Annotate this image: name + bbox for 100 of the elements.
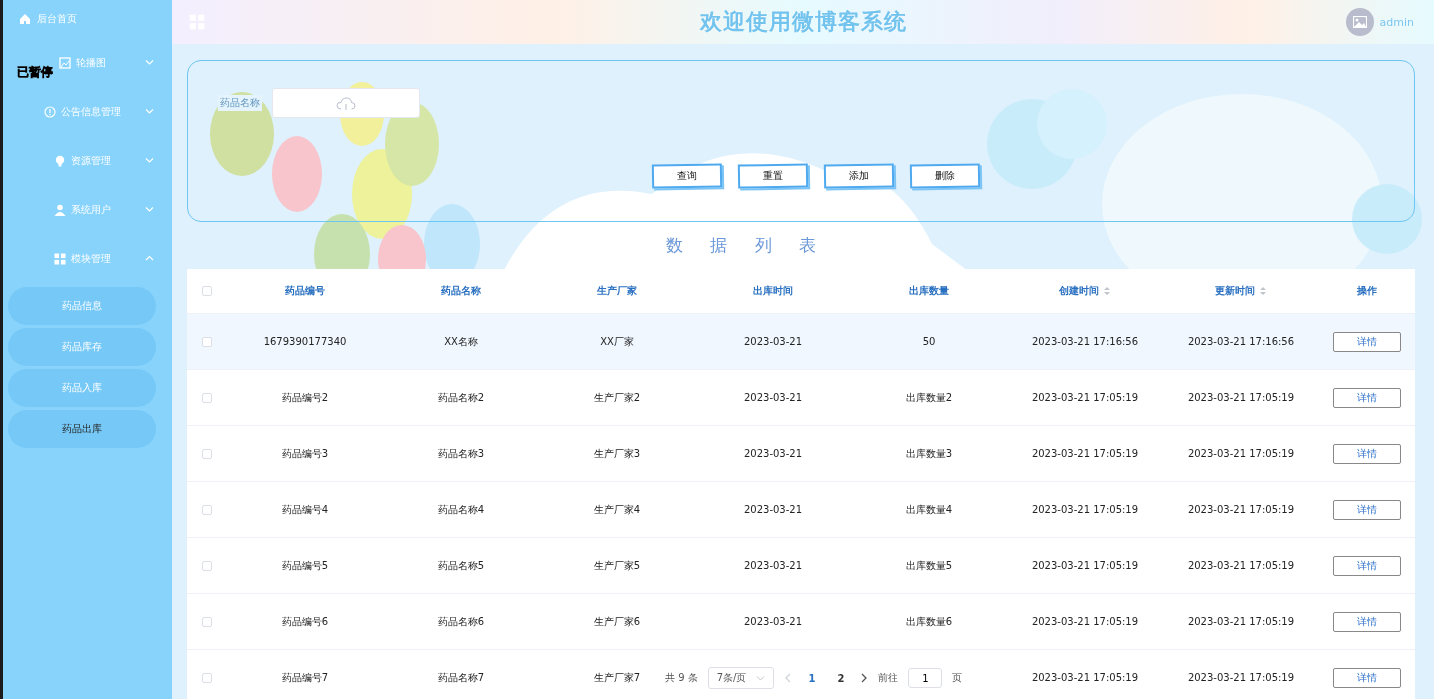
table-cell: 出库数量4 xyxy=(905,503,953,515)
goto-label: 前往 xyxy=(878,671,899,685)
image-icon xyxy=(1352,16,1367,28)
table-cell: 生产厂家2 xyxy=(593,391,641,403)
table-cell: 药品编号6 xyxy=(281,615,329,627)
table-cell: 药品名称4 xyxy=(437,503,485,515)
table-cell: 2023-03-21 17:05:19 xyxy=(1031,616,1139,627)
column-header: 出库数量 xyxy=(909,284,949,298)
action-button[interactable]: 重置 xyxy=(737,163,809,189)
sort-icon xyxy=(1103,286,1111,296)
table-cell: 2023-03-21 xyxy=(743,392,803,403)
table-cell: 2023-03-21 xyxy=(743,616,803,627)
image-icon xyxy=(59,56,71,69)
row-checkbox[interactable] xyxy=(202,504,212,515)
table-cell: 药品编号3 xyxy=(281,447,329,459)
page-size-select[interactable]: 7条/页 xyxy=(707,667,775,689)
table-cell: 2023-03-21 17:05:19 xyxy=(1031,448,1139,459)
cloud-icon xyxy=(336,95,356,111)
table-cell: 2023-03-21 17:05:19 xyxy=(1031,560,1139,571)
table-cell: XX名称 xyxy=(444,335,478,347)
lightbulb-icon xyxy=(54,154,66,167)
table-cell: 2023-03-21 17:05:19 xyxy=(1031,504,1139,515)
table-cell: XX厂家 xyxy=(600,335,634,347)
details-button[interactable]: 详情 xyxy=(1333,555,1401,576)
row-checkbox[interactable] xyxy=(202,672,212,683)
details-button[interactable]: 详情 xyxy=(1333,387,1401,408)
table-cell: 2023-03-21 17:05:19 xyxy=(1187,616,1295,627)
table-cell: 2023-03-21 17:05:19 xyxy=(1187,672,1295,683)
table-cell: 生产厂家3 xyxy=(593,447,641,459)
column-header: 出库时间 xyxy=(753,284,793,298)
table-cell: 生产厂家4 xyxy=(593,503,641,515)
page-suffix: 页 xyxy=(952,671,963,685)
table-cell: 药品名称2 xyxy=(437,391,485,403)
action-button[interactable]: 添加 xyxy=(823,163,895,189)
section-title: 数据列表 xyxy=(665,234,843,257)
app-title: 欢迎使用微博客系统 xyxy=(699,8,907,36)
table-cell: 药品编号4 xyxy=(281,503,329,515)
total-count: 共 9 条 xyxy=(665,671,698,685)
row-checkbox[interactable] xyxy=(202,336,212,347)
table-cell: 药品编号7 xyxy=(281,671,329,683)
table-cell: 出库数量3 xyxy=(905,447,953,459)
sort-icon xyxy=(1259,286,1267,296)
previous-page-icon[interactable] xyxy=(784,673,793,683)
table-cell: 2023-03-21 xyxy=(743,448,803,459)
table-cell: 生产厂家5 xyxy=(593,559,641,571)
details-button[interactable]: 详情 xyxy=(1333,443,1401,464)
details-button[interactable]: 详情 xyxy=(1333,667,1401,688)
chevron-down-icon xyxy=(756,674,766,682)
table-cell: 2023-03-21 17:05:19 xyxy=(1031,392,1139,403)
table-cell: 2023-03-21 17:16:56 xyxy=(1187,336,1295,347)
table-cell: 出库数量6 xyxy=(905,615,953,627)
row-checkbox[interactable] xyxy=(202,560,212,571)
row-checkbox[interactable] xyxy=(202,448,212,459)
table-row[interactable]: 1679390177340 XX名称 XX厂家 2023-03-21 50 2023-03-21 17:16:56 2023-03-21 17:16:56 详情 xyxy=(187,314,1415,370)
details-button[interactable]: 详情 xyxy=(1333,611,1401,632)
column-header: 操作 xyxy=(1357,284,1377,298)
table-cell: 2023-03-21 xyxy=(743,336,803,347)
details-button[interactable]: 详情 xyxy=(1333,499,1401,520)
next-page-icon[interactable] xyxy=(860,673,869,683)
table-cell: 2023-03-21 17:05:19 xyxy=(1187,560,1295,571)
info-icon xyxy=(44,105,56,118)
table-cell: 2023-03-21 17:05:19 xyxy=(1031,672,1139,683)
paused-label: 已暂停 xyxy=(17,64,53,81)
table-cell: 2023-03-21 17:16:56 xyxy=(1031,336,1139,347)
details-button[interactable]: 详情 xyxy=(1333,331,1401,352)
table-cell: 药品编号2 xyxy=(281,391,329,403)
action-button[interactable]: 删除 xyxy=(909,163,981,189)
table-cell: 药品名称7 xyxy=(437,671,485,683)
page-number[interactable]: 1 xyxy=(802,672,822,684)
row-checkbox[interactable] xyxy=(202,616,212,627)
grid-icon xyxy=(54,252,66,265)
user-icon xyxy=(54,203,66,216)
table-cell: 生产厂家7 xyxy=(593,671,641,683)
column-header: 药品名称 xyxy=(441,284,481,298)
column-header: 药品编号 xyxy=(285,284,325,298)
row-checkbox[interactable] xyxy=(202,392,212,403)
table-cell: 出库数量5 xyxy=(905,559,953,571)
field-label: 药品名称 xyxy=(218,95,262,111)
search-field[interactable] xyxy=(272,88,420,118)
table-cell: 药品名称6 xyxy=(437,615,485,627)
action-button[interactable]: 查询 xyxy=(651,163,723,189)
table-cell: 药品名称3 xyxy=(437,447,485,459)
table-cell: 2023-03-21 xyxy=(743,560,803,571)
column-header: 更新时间 xyxy=(1215,284,1255,298)
table-cell: 药品名称5 xyxy=(437,559,485,571)
table-cell: 2023-03-21 17:05:19 xyxy=(1187,448,1295,459)
page-number[interactable]: 2 xyxy=(831,672,851,684)
select-all-checkbox[interactable] xyxy=(202,286,212,296)
submenu-item[interactable]: 药品出库 xyxy=(8,410,156,448)
table-cell: 药品编号5 xyxy=(281,559,329,571)
home-icon xyxy=(19,13,31,25)
table-cell: 1679390177340 xyxy=(263,336,347,347)
table-cell: 2023-03-21 xyxy=(743,504,803,515)
column-header: 生产厂家 xyxy=(597,284,637,298)
table-cell: 生产厂家6 xyxy=(593,615,641,627)
table-cell: 50 xyxy=(922,336,936,347)
table-cell: 2023-03-21 17:05:19 xyxy=(1187,392,1295,403)
table-cell: 出库数量2 xyxy=(905,391,953,403)
page-input[interactable]: 1 xyxy=(908,668,943,688)
table-cell: 2023-03-21 17:05:19 xyxy=(1187,504,1295,515)
